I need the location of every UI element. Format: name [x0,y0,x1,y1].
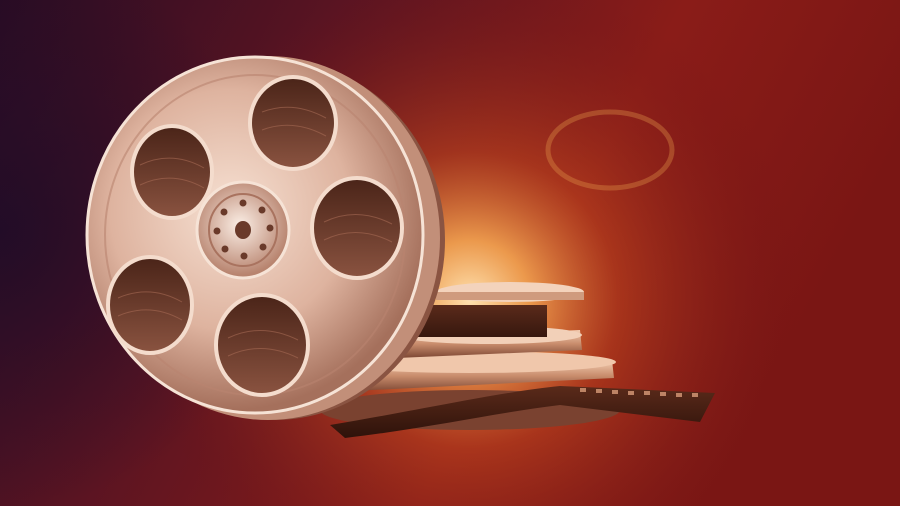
film-reel [85,55,445,420]
reel-hub [195,180,291,280]
film-reel-scene [0,0,900,506]
